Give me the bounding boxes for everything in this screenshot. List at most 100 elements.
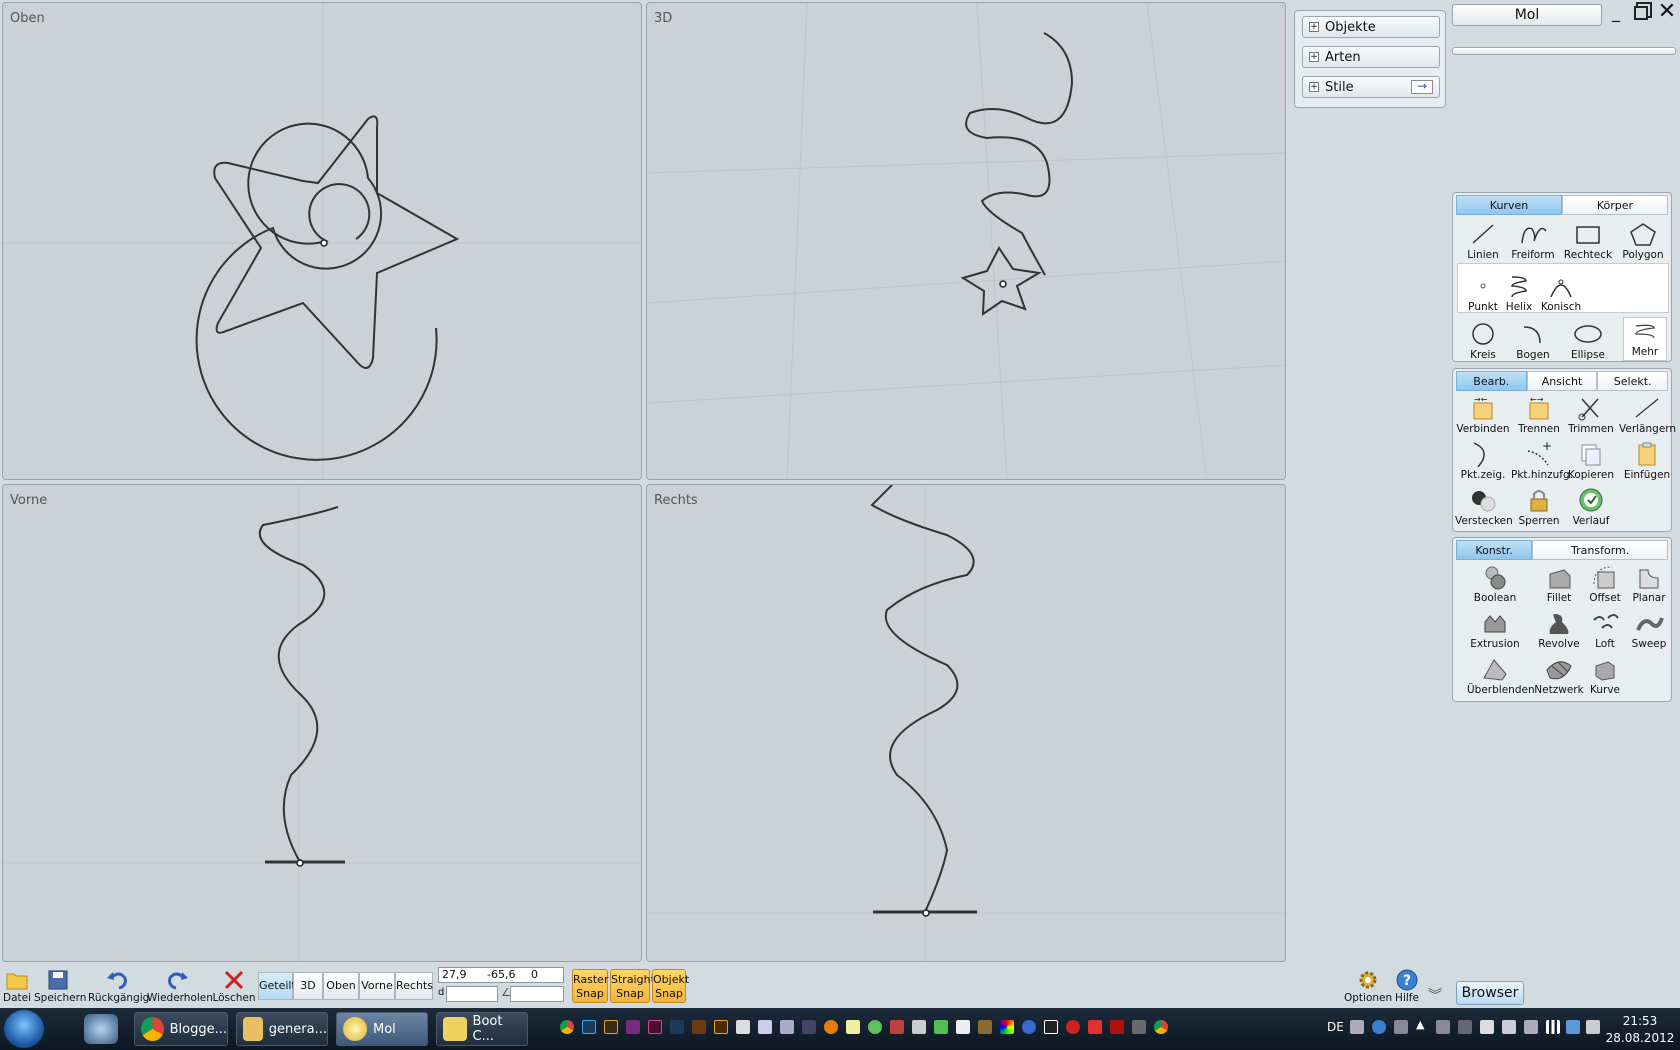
- copy-tool[interactable]: Kopieren: [1563, 441, 1619, 481]
- taskbar-task-boot[interactable]: Boot C...: [436, 1012, 528, 1046]
- app-icon-red-2[interactable]: [1088, 1020, 1102, 1034]
- app-icon-chrome-2[interactable]: [1154, 1020, 1168, 1034]
- language-indicator[interactable]: DE: [1327, 1020, 1344, 1034]
- app-icon-red[interactable]: [890, 1020, 904, 1034]
- tray-icon-6[interactable]: [1458, 1020, 1472, 1034]
- options-button[interactable]: Optionen: [1344, 968, 1392, 1004]
- app-icon-red-circle[interactable]: [1066, 1020, 1080, 1034]
- tab-solids[interactable]: Körper: [1562, 195, 1668, 215]
- delete-button[interactable]: Löschen: [212, 968, 256, 1004]
- taskbar-task-mol[interactable]: Mol: [336, 1012, 428, 1046]
- view-front-button[interactable]: Vorne: [359, 972, 395, 1000]
- tray-expand-icon[interactable]: ▲: [1416, 1018, 1424, 1031]
- app-icon-photoshop-2[interactable]: [670, 1020, 684, 1034]
- tab-view[interactable]: Ansicht: [1526, 371, 1598, 391]
- angle-input[interactable]: [510, 986, 564, 1002]
- history-tool[interactable]: Verlauf: [1563, 487, 1619, 527]
- join-tool[interactable]: →← Verbinden: [1455, 395, 1511, 435]
- app-icon-filezilla[interactable]: [1110, 1020, 1124, 1034]
- add-point-tool[interactable]: + Pkt.hinzufg.: [1511, 441, 1573, 481]
- styles-panel-toggle[interactable]: + Stile →: [1302, 76, 1440, 98]
- app-icon-blue[interactable]: [1022, 1020, 1036, 1034]
- objects-panel-toggle[interactable]: + Objekte: [1302, 16, 1440, 38]
- app-icon-paint[interactable]: [780, 1020, 794, 1034]
- show-points-tool[interactable]: Pkt.zeig.: [1455, 441, 1511, 481]
- tab-edit[interactable]: Bearb.: [1456, 371, 1527, 391]
- tray-dropbox-icon[interactable]: [1566, 1020, 1580, 1034]
- app-icon-misc[interactable]: [802, 1020, 816, 1034]
- app-icon-blender[interactable]: [824, 1020, 838, 1034]
- taskbar-task-chrome[interactable]: Blogge...: [134, 1012, 228, 1046]
- app-icon-green[interactable]: [868, 1020, 882, 1034]
- minimize-icon[interactable]: _: [1612, 4, 1626, 22]
- sweep-tool[interactable]: Sweep: [1621, 610, 1677, 650]
- view-split-button[interactable]: Geteilt: [258, 972, 296, 1000]
- redo-button[interactable]: Wiederholen: [147, 968, 213, 1004]
- app-icon-arrow[interactable]: [956, 1020, 970, 1034]
- app-icon-tool[interactable]: [758, 1020, 772, 1034]
- app-icon-viewer[interactable]: [1132, 1020, 1146, 1034]
- extend-tool[interactable]: Verlängern: [1619, 395, 1676, 435]
- app-icon-photoshop[interactable]: [582, 1020, 596, 1034]
- tray-icon-3[interactable]: [1394, 1020, 1408, 1034]
- view-3d-button[interactable]: 3D: [293, 972, 323, 1000]
- curve-tool[interactable]: Kurve: [1577, 656, 1633, 696]
- lock-tool[interactable]: Sperren: [1511, 487, 1567, 527]
- tab-construct[interactable]: Konstr.: [1456, 540, 1533, 560]
- viewport-front[interactable]: Vorne: [2, 484, 642, 962]
- freeform-tool[interactable]: Freiform: [1505, 221, 1561, 261]
- undo-button[interactable]: Rückgängig: [88, 968, 149, 1004]
- tray-volume-icon[interactable]: [1586, 1020, 1600, 1034]
- paste-tool[interactable]: Einfügen: [1619, 441, 1675, 481]
- view-top-button[interactable]: Oben: [323, 972, 359, 1000]
- tab-select[interactable]: Selekt.: [1597, 371, 1669, 391]
- chevron-down-icon[interactable]: ︾: [1428, 985, 1442, 1005]
- app-icon-leaf[interactable]: [934, 1020, 948, 1034]
- app-icon-pin[interactable]: [846, 1020, 860, 1034]
- tab-transform[interactable]: Transform.: [1532, 540, 1668, 560]
- app-icon-bridge-2[interactable]: [692, 1020, 706, 1034]
- viewport-3d[interactable]: 3D: [646, 2, 1286, 480]
- tray-icon-8[interactable]: [1502, 1020, 1516, 1034]
- tray-help-icon[interactable]: [1372, 1020, 1386, 1034]
- ellipse-tool[interactable]: Ellipse: [1560, 321, 1616, 361]
- restore-icon[interactable]: [1634, 6, 1648, 20]
- arrow-right-icon[interactable]: →: [1411, 80, 1433, 94]
- coordinate-input[interactable]: 27,9 -65,6 0: [438, 967, 564, 983]
- app-icon-inkscape[interactable]: [736, 1020, 750, 1034]
- app-icon-chrome[interactable]: [560, 1020, 574, 1034]
- rectangle-tool[interactable]: Rechteck: [1560, 221, 1616, 261]
- app-icon-color[interactable]: [1000, 1020, 1014, 1034]
- straight-snap-button[interactable]: Straight Snap: [610, 969, 655, 1003]
- types-panel-toggle[interactable]: + Arten: [1302, 46, 1440, 68]
- quicklaunch-icon[interactable]: [84, 1014, 118, 1044]
- more-tool[interactable]: Mehr: [1623, 317, 1667, 361]
- trim-tool[interactable]: Trimmen: [1563, 395, 1619, 435]
- app-icon-gray[interactable]: [912, 1020, 926, 1034]
- tray-icon-9[interactable]: [1524, 1020, 1538, 1034]
- grid-snap-button[interactable]: Raster Snap: [572, 969, 608, 1003]
- app-icon-illustrator[interactable]: [714, 1020, 728, 1034]
- start-button[interactable]: [4, 1010, 44, 1048]
- tray-icon-1[interactable]: [1350, 1020, 1364, 1034]
- circle-tool[interactable]: Kreis: [1455, 321, 1511, 361]
- planar-tool[interactable]: Planar: [1621, 564, 1677, 604]
- app-icon-indesign[interactable]: [648, 1020, 662, 1034]
- viewport-right[interactable]: Rechts: [646, 484, 1286, 962]
- view-right-button[interactable]: Rechts: [395, 972, 433, 1000]
- app-icon-brown[interactable]: [978, 1020, 992, 1034]
- lines-tool[interactable]: Linien: [1455, 221, 1511, 261]
- extrusion-tool[interactable]: Extrusion: [1467, 610, 1523, 650]
- taskbar-task-explorer[interactable]: genera...: [236, 1012, 328, 1046]
- tray-flag-icon[interactable]: [1480, 1020, 1494, 1034]
- app-icon-7zip[interactable]: [1044, 1020, 1058, 1034]
- hide-tool[interactable]: Verstecken: [1455, 487, 1513, 527]
- tab-curves[interactable]: Kurven: [1456, 195, 1562, 215]
- tray-icon-5[interactable]: [1436, 1020, 1450, 1034]
- close-icon[interactable]: ✕: [1656, 0, 1678, 24]
- save-button[interactable]: Speichern: [34, 968, 86, 1004]
- conic-tool[interactable]: Konisch: [1533, 273, 1589, 313]
- app-icon-app[interactable]: [626, 1020, 640, 1034]
- object-snap-button[interactable]: Objekt Snap: [652, 969, 689, 1003]
- arc-tool[interactable]: Bogen: [1505, 321, 1561, 361]
